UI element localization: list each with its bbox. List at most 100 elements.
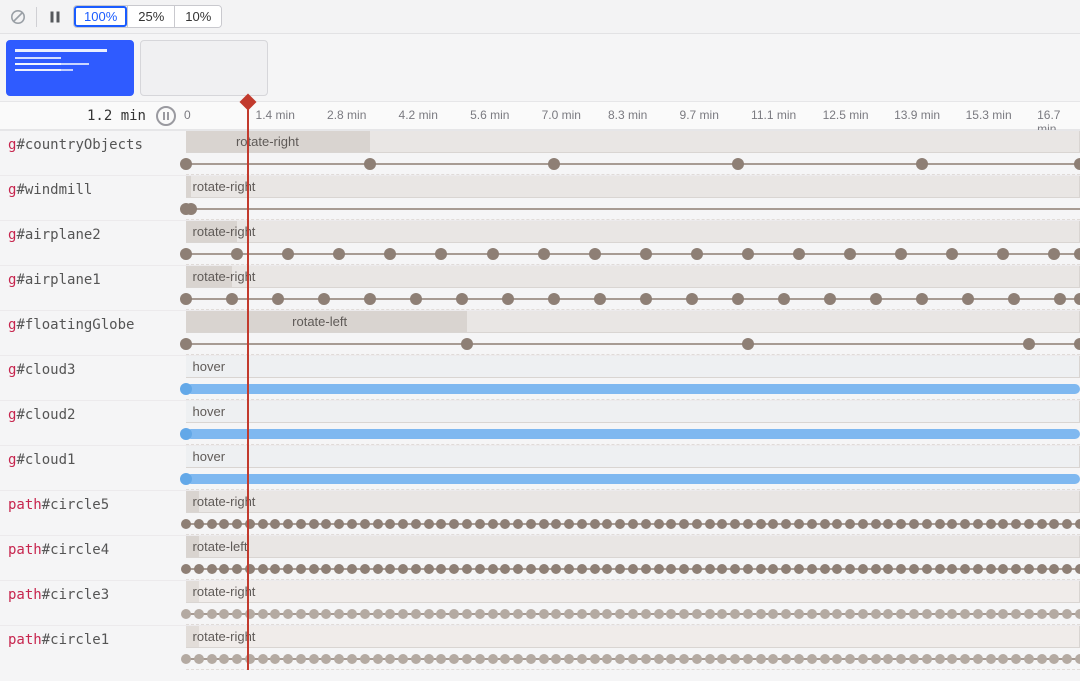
keyframe-dot[interactable] [896,519,906,529]
keyframe-dot[interactable] [692,564,702,574]
keyframe-dot[interactable] [1024,564,1034,574]
keyframe-dot[interactable] [705,564,715,574]
keyframe-dot[interactable] [1049,654,1059,664]
keyframe-dot[interactable] [820,564,830,574]
keyframe-dot[interactable] [742,248,754,260]
keyframe-dot[interactable] [1024,519,1034,529]
keyframe-dot[interactable] [551,609,561,619]
keyframe-dot[interactable] [539,654,549,664]
keyframe-dot[interactable] [181,519,191,529]
keyframe-dot[interactable] [743,564,753,574]
keyframe-dot[interactable] [411,654,421,664]
keyframe-dot[interactable] [194,654,204,664]
keyframe-dot[interactable] [219,654,229,664]
keyframe-dot[interactable] [935,564,945,574]
keyframe-dot[interactable] [500,654,510,664]
keyframe-dot[interactable] [564,519,574,529]
keyframe-rail[interactable] [186,423,1080,445]
keyframe-dot[interactable] [181,609,191,619]
keyframe-dot[interactable] [922,654,932,664]
keyframe-dot[interactable] [743,519,753,529]
keyframe-dot[interactable] [226,293,238,305]
keyframe-dot[interactable] [832,609,842,619]
keyframe-dot[interactable] [232,654,242,664]
keyframe-dot[interactable] [245,654,255,664]
keyframe-dot[interactable] [245,519,255,529]
keyframe-rail[interactable] [186,648,1080,670]
keyframe-dot[interactable] [778,293,790,305]
keyframe-dot[interactable] [410,293,422,305]
keyframe-dot[interactable] [270,564,280,574]
keyframe-dot[interactable] [526,609,536,619]
keyframe-dot[interactable] [360,519,370,529]
keyframe-dot[interactable] [628,654,638,664]
keyframe-dot[interactable] [768,654,778,664]
keyframe-dot[interactable] [180,383,192,395]
keyframe-dot[interactable] [666,609,676,619]
keyframe-dot[interactable] [756,654,766,664]
keyframe-dot[interactable] [207,564,217,574]
keyframe-dot[interactable] [449,564,459,574]
keyframe-dot[interactable] [194,519,204,529]
keyframe-dot[interactable] [1008,293,1020,305]
keyframe-dot[interactable] [1049,609,1059,619]
keyframe-dot[interactable] [807,654,817,664]
keyframe-dot[interactable] [449,519,459,529]
keyframe-dot[interactable] [628,564,638,574]
keyframe-dot[interactable] [935,654,945,664]
keyframe-dot[interactable] [986,519,996,529]
keyframe-dot[interactable] [986,654,996,664]
keyframe-rail[interactable] [186,198,1080,220]
keyframe-dot[interactable] [488,519,498,529]
keyframe-dot[interactable] [997,248,1009,260]
keyframe-dot[interactable] [385,564,395,574]
keyframe-dot[interactable] [628,609,638,619]
keyframe-dot[interactable] [551,564,561,574]
keyframe-dot[interactable] [922,564,932,574]
keyframe-dot[interactable] [858,564,868,574]
keyframe-dot[interactable] [435,248,447,260]
keyframe-dot[interactable] [883,519,893,529]
keyframe-dot[interactable] [180,473,192,485]
keyframe-dot[interactable] [180,248,192,260]
keyframe-dot[interactable] [922,609,932,619]
keyframe-dot[interactable] [692,609,702,619]
keyframe-dot[interactable] [640,293,652,305]
keyframe-dot[interactable] [385,654,395,664]
keyframe-dot[interactable] [384,248,396,260]
track-label[interactable]: path#circle3 [0,581,186,625]
keyframe-dot[interactable] [334,654,344,664]
keyframe-dot[interactable] [973,609,983,619]
keyframe-dot[interactable] [628,519,638,529]
keyframe-dot[interactable] [526,564,536,574]
keyframe-dot[interactable] [730,609,740,619]
keyframe-dot[interactable] [781,519,791,529]
keyframe-dot[interactable] [513,519,523,529]
keyframe-dot[interactable] [1011,519,1021,529]
keyframe-dot[interactable] [692,654,702,664]
keyframe-dot[interactable] [909,519,919,529]
keyframe-rail[interactable] [186,468,1080,490]
keyframe-dot[interactable] [513,609,523,619]
keyframe-dot[interactable] [551,654,561,664]
keyframe-dot[interactable] [424,519,434,529]
keyframe-dot[interactable] [219,564,229,574]
keyframe-dot[interactable] [615,609,625,619]
clear-icon[interactable] [8,7,28,27]
keyframe-dot[interactable] [590,564,600,574]
keyframe-dot[interactable] [539,609,549,619]
keyframe-dot[interactable] [820,519,830,529]
keyframe-dot[interactable] [946,248,958,260]
keyframe-dot[interactable] [577,564,587,574]
keyframe-dot[interactable] [334,519,344,529]
keyframe-dot[interactable] [1074,293,1080,305]
keyframe-dot[interactable] [909,654,919,664]
keyframe-dot[interactable] [360,654,370,664]
track-label[interactable]: g#floatingGlobe [0,311,186,355]
keyframe-dot[interactable] [334,609,344,619]
keyframe-dot[interactable] [998,654,1008,664]
keyframe-dot[interactable] [373,654,383,664]
keyframe-dot[interactable] [385,609,395,619]
keyframe-dot[interactable] [916,158,928,170]
keyframe-dot[interactable] [590,654,600,664]
